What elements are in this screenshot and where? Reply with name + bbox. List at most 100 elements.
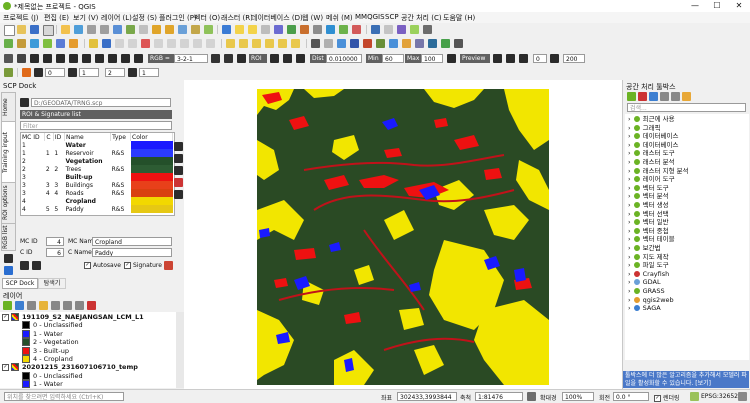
roi-plot-icon[interactable] (174, 190, 183, 199)
menu-raster[interactable]: 래스터 (R) (221, 13, 253, 23)
layer-visibility-check-icon[interactable]: ✓ (2, 363, 9, 371)
roi-table-row[interactable]: 3 4 4 Roads R&S (21, 189, 173, 197)
preview-b-input[interactable]: 200 (563, 54, 585, 63)
chevron-right-icon[interactable]: › (628, 278, 631, 286)
rotation-field[interactable]: 0.0 ° (613, 392, 649, 401)
select-icon[interactable] (235, 25, 244, 34)
zoom-in-icon[interactable] (87, 25, 96, 34)
preview-size-icon[interactable] (550, 54, 559, 63)
change-label-icon[interactable] (291, 39, 300, 48)
tab-home[interactable]: Home (1, 92, 16, 122)
print-layout-icon[interactable] (43, 25, 54, 36)
zoom-full-icon[interactable] (113, 25, 122, 34)
menu-layer[interactable]: 레이어 (L) (101, 13, 132, 23)
processing-provider-item[interactable]: › qgis2web (628, 296, 674, 305)
menu-project[interactable]: 프로젝트 (J) (3, 13, 39, 23)
menu-edit[interactable]: 편집 (E) (44, 13, 69, 23)
dock-tool-b-icon[interactable] (4, 266, 13, 275)
remove-layer-icon[interactable] (87, 301, 96, 310)
layer-style-icon[interactable] (3, 301, 12, 310)
legend-class-item[interactable]: 3 - Built-up (22, 346, 69, 355)
add-group-icon[interactable] (15, 301, 24, 310)
processing-notice[interactable]: 툴박스에 더 많은 알고리즘을 추가해서 모델러 파일을 활성화할 수 있습니다… (623, 371, 749, 388)
zoom-native-icon[interactable] (139, 25, 148, 34)
training-path-field[interactable]: D:/GEODATA/TRNG.scp (31, 98, 171, 107)
menu-settings[interactable]: 설정 (S) (132, 13, 157, 23)
pan-icon[interactable] (61, 25, 70, 34)
refresh-icon[interactable] (204, 25, 213, 34)
statistics-icon[interactable] (287, 25, 296, 34)
zoom-out-icon[interactable] (100, 25, 109, 34)
preview-redo-icon[interactable] (493, 54, 502, 63)
map-tips-icon[interactable] (326, 25, 335, 34)
chevron-right-icon[interactable]: › (628, 287, 631, 295)
redo-icon[interactable] (206, 39, 215, 48)
scp-tool-d-icon[interactable] (69, 54, 78, 63)
chevron-right-icon[interactable]: › (628, 261, 631, 269)
messages-icon[interactable] (738, 392, 747, 401)
roi-table-row[interactable]: 1 Water (21, 141, 173, 149)
filter-expression-icon[interactable] (51, 301, 60, 310)
roi-cell-color[interactable] (130, 189, 173, 197)
mc-name-input[interactable]: Cropland (92, 237, 172, 246)
menu-database[interactable]: 데이터베이스 (D) (251, 13, 303, 23)
undo-icon[interactable] (193, 39, 202, 48)
chevron-right-icon[interactable]: › (628, 115, 631, 123)
layers-scrollbar[interactable] (176, 312, 184, 388)
toolbox-results-icon[interactable] (660, 92, 669, 101)
plugin-h-icon[interactable] (441, 39, 450, 48)
chevron-right-icon[interactable]: › (628, 167, 631, 175)
paste-features-icon[interactable] (180, 39, 189, 48)
scale-field[interactable]: 1:81476 (475, 392, 523, 401)
processing-provider-item[interactable]: › 그래픽 (628, 124, 661, 133)
roi-filter-input[interactable]: Filter (20, 121, 172, 130)
processing-provider-item[interactable]: › 래스터 분석 (628, 158, 675, 167)
roi-cell-color[interactable] (130, 157, 173, 165)
new-map-view-icon[interactable] (178, 25, 187, 34)
render-check-icon[interactable]: ✓ (654, 395, 661, 402)
processing-icon[interactable] (384, 25, 393, 34)
preview-icon[interactable] (447, 54, 456, 63)
roi-delete-icon[interactable] (174, 178, 183, 187)
col-type[interactable]: Type (110, 133, 131, 141)
dist-input[interactable]: 0.010000 (326, 54, 362, 63)
roi-table-row[interactable]: 1 1 1 Reservoir R&S (21, 149, 173, 157)
field-calculator-icon[interactable] (274, 25, 283, 34)
roi-show-icon[interactable] (270, 54, 279, 63)
plugin-b-icon[interactable] (363, 39, 372, 48)
chevron-right-icon[interactable]: › (628, 210, 631, 218)
preview-a-input[interactable]: 0 (533, 54, 547, 63)
show-labels-icon[interactable] (252, 39, 261, 48)
sigma-icon[interactable] (397, 25, 406, 34)
plugin-c-icon[interactable] (376, 39, 385, 48)
new-project-icon[interactable] (4, 25, 15, 36)
vertex-tool-icon[interactable] (128, 39, 137, 48)
plugin-f-icon[interactable] (415, 39, 424, 48)
roi-table-row[interactable]: 2 2 2 Trees R&S (21, 165, 173, 173)
dock-tool-a-icon[interactable] (4, 254, 13, 263)
open-project-icon[interactable] (17, 25, 26, 34)
processing-provider-item[interactable]: › 래스터 도구 (628, 149, 675, 158)
roi-table-row[interactable]: 2 Vegetation (21, 157, 173, 165)
legend-class-item[interactable]: 1 - Water (22, 380, 63, 388)
identify-icon[interactable] (222, 25, 231, 34)
min-input[interactable]: 60 (382, 54, 404, 63)
crs-label[interactable]: EPSG:32652 (701, 393, 738, 400)
open-training-icon[interactable] (20, 98, 29, 107)
scp-band2-icon[interactable] (224, 54, 233, 63)
move-label-icon[interactable] (265, 39, 274, 48)
rotate-label-icon[interactable] (278, 39, 287, 48)
menu-mesh[interactable]: 메쉬 (M) (326, 13, 353, 23)
scp-menu-icon[interactable] (4, 54, 13, 63)
menu-processing[interactable]: 공간 처리 (C) (401, 13, 442, 23)
scp-tool-h-icon[interactable] (121, 54, 130, 63)
roi-add-icon[interactable] (174, 142, 183, 151)
menu-help[interactable]: 도움말 (H) (443, 13, 475, 23)
undo-roi-icon[interactable] (20, 261, 29, 270)
processing-provider-item[interactable]: › 레이어 도구 (628, 175, 675, 184)
plugin-i-icon[interactable] (454, 39, 463, 48)
toolbox-scripts-icon[interactable] (638, 92, 647, 101)
roi-table-row[interactable]: 3 3 3 Buildings R&S (21, 181, 173, 189)
grid-icon[interactable] (311, 39, 320, 48)
roi-calc-icon[interactable] (174, 166, 183, 175)
